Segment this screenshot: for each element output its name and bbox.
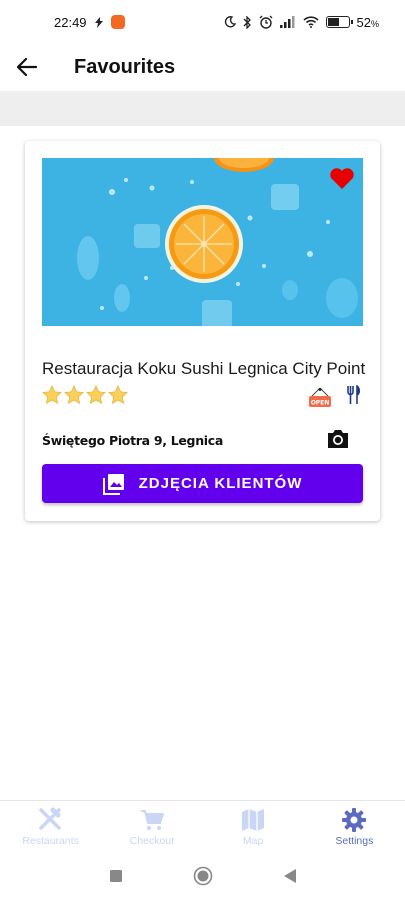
header-divider-strip (0, 91, 405, 126)
customer-photos-button[interactable]: ZDJĘCIA KLIENTÓW (42, 464, 363, 503)
battery-unit: % (370, 18, 379, 29)
battery-percent: 52 (356, 14, 371, 30)
nav-item-settings[interactable]: Settings (304, 801, 405, 852)
alarm-icon (259, 15, 272, 29)
status-right: 52% (224, 15, 379, 30)
page-title: Favourites (74, 55, 176, 78)
orange-photo-illustration (42, 158, 363, 326)
back-nav-icon[interactable] (283, 868, 297, 884)
arrow-left-icon (17, 58, 37, 76)
star-icon (86, 385, 106, 404)
star-icon (42, 385, 62, 404)
nav-label-settings: Settings (335, 835, 374, 847)
bluetooth-icon (243, 15, 251, 29)
star-icon (64, 385, 84, 404)
heart-icon[interactable] (329, 168, 355, 190)
gear-icon (342, 808, 367, 832)
wifi-icon (302, 16, 319, 28)
restaurant-name: Restauracja Koku Sushi Legnica City Poin… (42, 359, 366, 378)
nav-item-map[interactable]: Map (203, 801, 304, 852)
status-bar: 22:49 52% (0, 0, 405, 44)
open-sign-icon: OPEN (308, 387, 332, 413)
star-icon (108, 385, 128, 404)
restaurant-photo (42, 158, 363, 326)
cart-icon (140, 810, 164, 830)
customer-photos-label: ZDJĘCIA KLIENTÓW (138, 475, 303, 492)
back-button[interactable] (0, 44, 54, 90)
restaurant-card[interactable]: Restauracja Koku Sushi Legnica City Poin… (25, 141, 380, 521)
nav-label-checkout: Checkout (129, 835, 175, 847)
status-left: 22:49 (54, 15, 125, 30)
flash-icon (94, 16, 103, 28)
fork-knife-icon (347, 385, 361, 404)
map-icon (242, 809, 265, 831)
battery-level: 52% (357, 15, 379, 30)
signal-icon (279, 16, 295, 28)
moon-icon (224, 16, 236, 28)
battery-icon (325, 16, 353, 28)
notification-app-icon (110, 15, 125, 29)
photo-library-icon (102, 473, 124, 495)
open-sign-text: OPEN (311, 400, 330, 407)
system-navigation-bar (0, 852, 405, 900)
app-bar: Favourites (0, 44, 405, 90)
nav-item-restaurants[interactable]: Restaurants (0, 801, 101, 852)
nav-label-restaurants: Restaurants (22, 835, 79, 847)
nav-item-checkout[interactable]: Checkout (101, 801, 202, 852)
rating-stars (42, 385, 128, 405)
bottom-navigation: Restaurants Checkout Map Settings (0, 800, 405, 852)
restaurant-address: Świętego Piotra 9, Legnica (42, 433, 224, 448)
fork-knife-icon (38, 807, 61, 830)
nav-label-map: Map (242, 835, 264, 847)
status-time: 22:49 (54, 14, 87, 30)
camera-icon[interactable] (326, 428, 350, 450)
recent-apps-icon[interactable] (109, 869, 123, 883)
home-icon[interactable] (193, 866, 213, 886)
